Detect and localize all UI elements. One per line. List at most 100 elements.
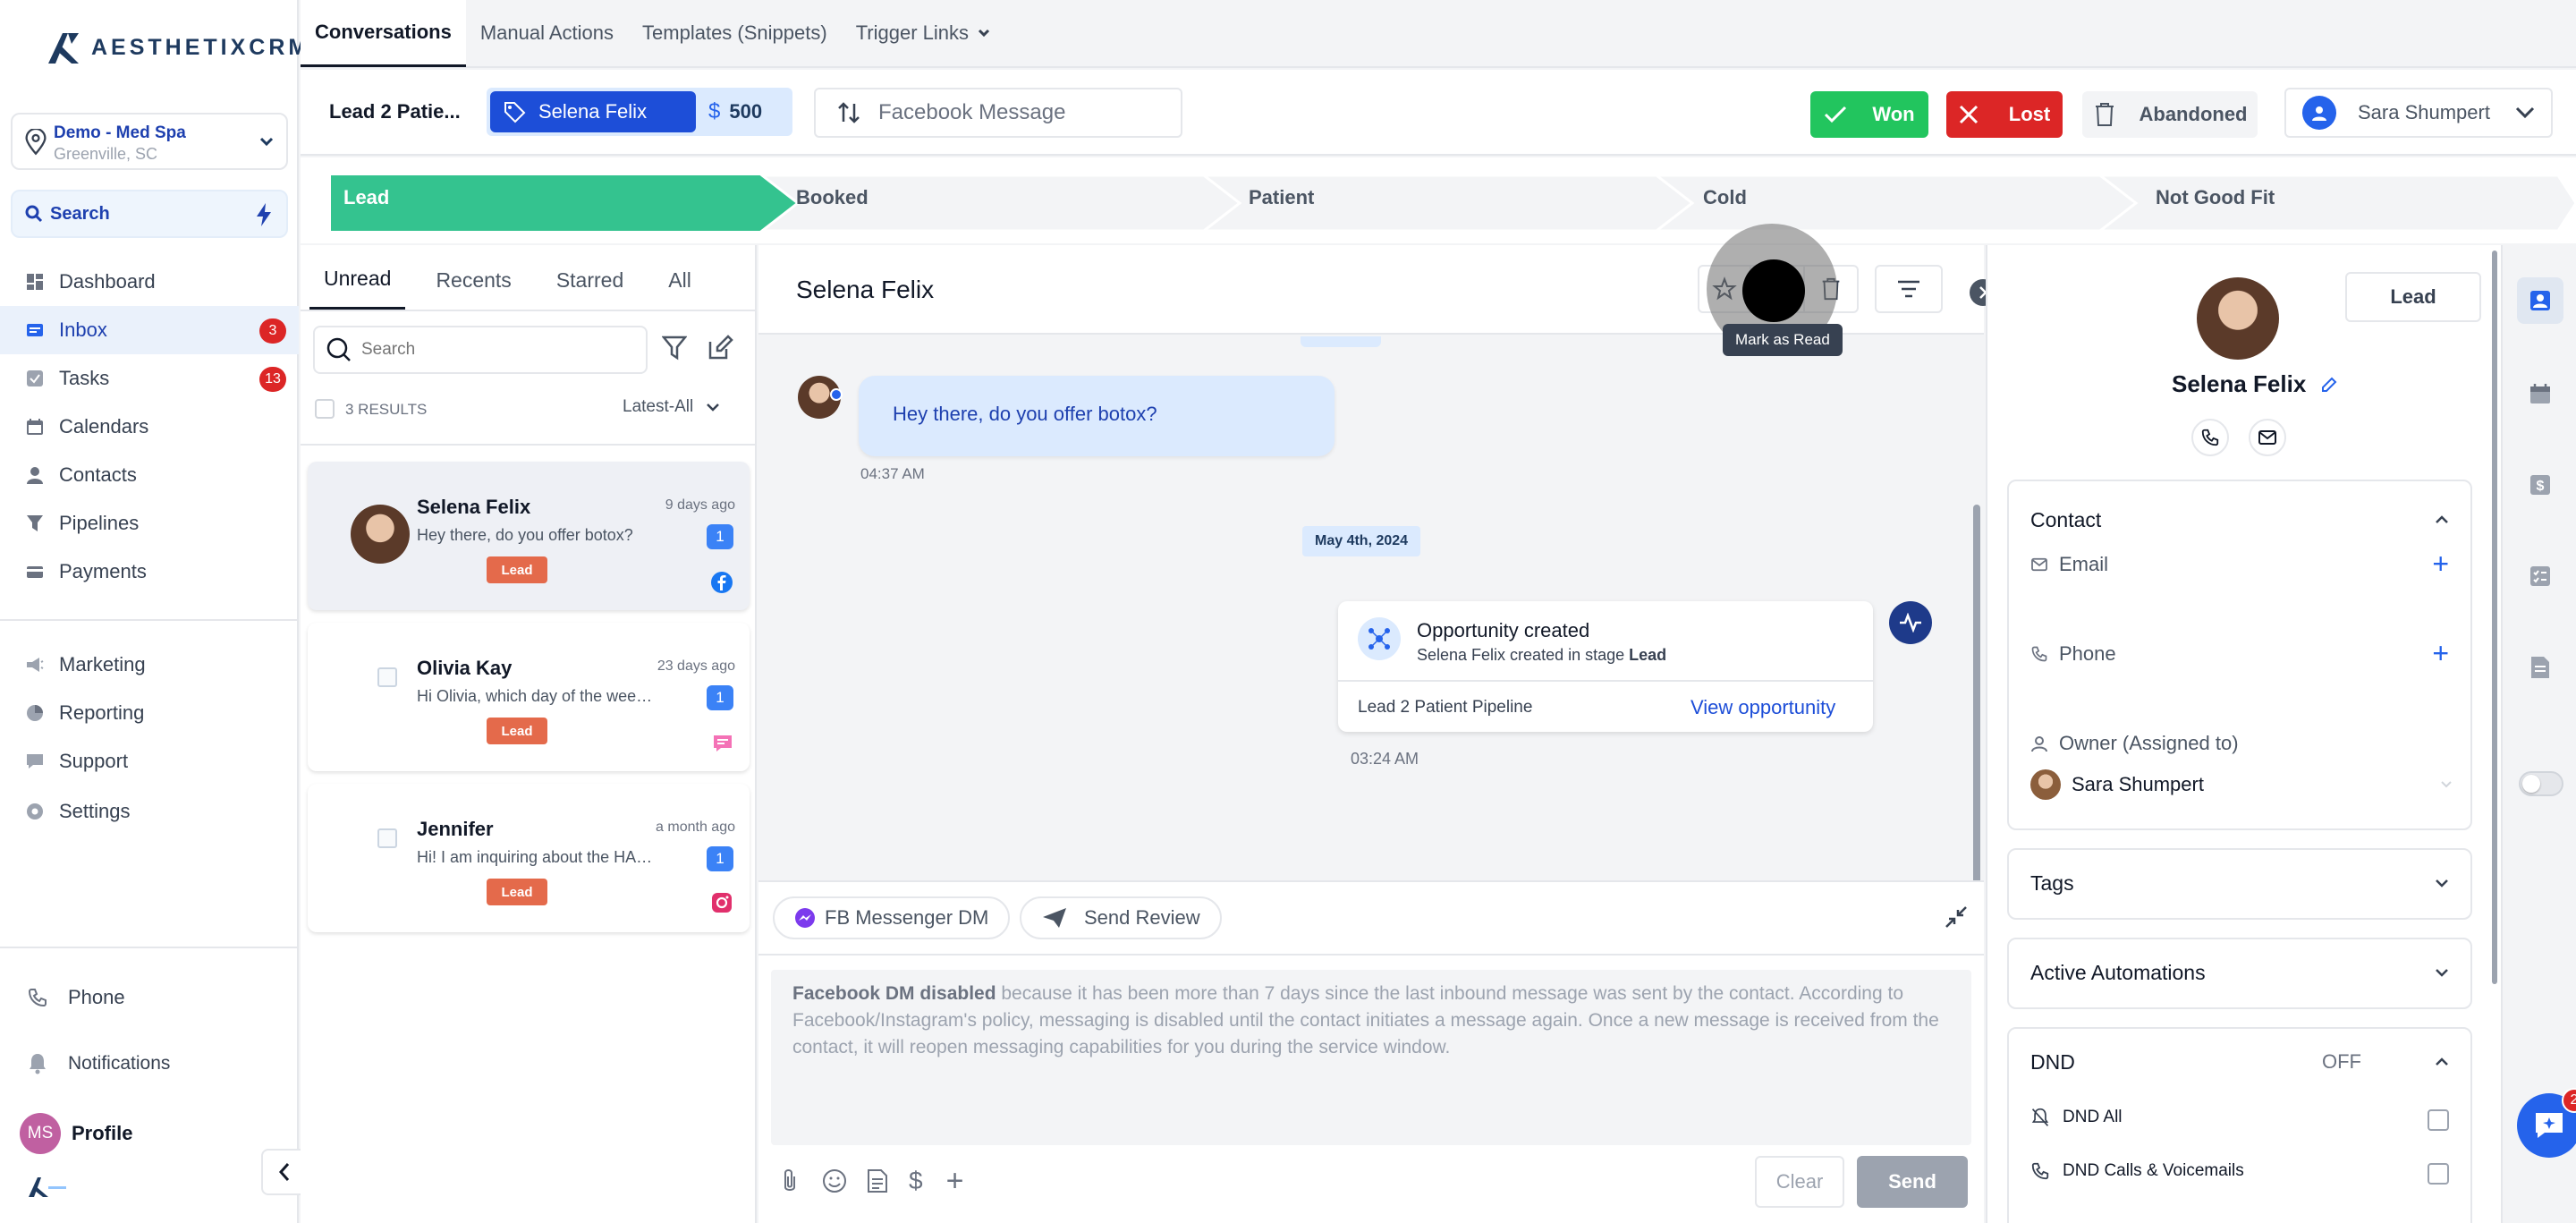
opportunity-value[interactable]: 500 xyxy=(729,100,762,123)
notes-icon xyxy=(2531,657,2549,678)
chevron-up-icon[interactable] xyxy=(2435,515,2449,524)
conversation-card[interactable]: Jennifer Hi! I am inquiring about the HA… xyxy=(308,784,750,932)
filter-icon[interactable] xyxy=(662,335,687,361)
sidebar-item-tasks[interactable]: Tasks 13 xyxy=(0,354,299,403)
tab-conversations[interactable]: Conversations xyxy=(301,0,466,67)
facebook-icon xyxy=(711,572,733,593)
activity-icon xyxy=(1889,601,1932,644)
rail-calendar-button[interactable] xyxy=(2517,370,2563,417)
compose-icon[interactable] xyxy=(707,335,733,361)
lightning-icon[interactable] xyxy=(254,202,274,227)
add-phone-button[interactable]: + xyxy=(2432,637,2449,670)
lost-button[interactable]: Lost xyxy=(1946,91,2063,138)
chat-widget-button[interactable]: 2 xyxy=(2517,1088,2576,1158)
sidebar-item-marketing[interactable]: Marketing xyxy=(0,641,299,689)
conversation-card[interactable]: Selena Felix Hey there, do you offer bot… xyxy=(308,462,750,610)
sidebar-item-payments[interactable]: Payments xyxy=(0,548,299,596)
brand-logo[interactable]: AESTHETIXCRM xyxy=(45,27,310,68)
clear-button[interactable]: Clear xyxy=(1755,1156,1844,1208)
select-all-checkbox[interactable] xyxy=(315,399,335,419)
channel-select[interactable]: FB Messenger DM xyxy=(773,896,1011,939)
calendar-icon xyxy=(27,419,43,435)
dnd-all-label: DND All xyxy=(2063,1108,2123,1126)
edit-icon[interactable] xyxy=(2320,376,2338,394)
list-search-input[interactable] xyxy=(361,340,630,360)
template-icon[interactable] xyxy=(866,1168,889,1194)
abandoned-label: Abandoned xyxy=(2139,103,2248,125)
opportunity-name[interactable]: Lead 2 Patie... xyxy=(329,100,461,123)
sidebar-search[interactable]: Search xyxy=(11,190,288,238)
message-time: a month ago xyxy=(656,820,735,835)
stage-not-good-fit[interactable]: Not Good Fit xyxy=(2156,186,2275,209)
cursor-dot xyxy=(1742,259,1805,322)
add-email-button[interactable]: + xyxy=(2432,548,2449,581)
call-button[interactable] xyxy=(2191,419,2229,456)
send-review-button[interactable]: Send Review xyxy=(1020,896,1222,939)
stage-lead[interactable]: Lead xyxy=(343,186,389,209)
tab-trigger-links[interactable]: Trigger Links xyxy=(842,0,1004,67)
conversation-list: Unread Recents Starred All 3 RESULTS Lat… xyxy=(301,245,757,1223)
rail-notes-button[interactable] xyxy=(2517,644,2563,691)
list-search[interactable] xyxy=(313,326,648,374)
sidebar-phone[interactable]: Phone xyxy=(27,986,125,1009)
dollar-doc-icon: $ xyxy=(2530,475,2550,495)
tab-templates[interactable]: Templates (Snippets) xyxy=(628,0,842,67)
event-time: 03:24 AM xyxy=(1351,750,1419,768)
stage-tag: Lead xyxy=(487,879,547,905)
opportunity-contact[interactable]: Selena Felix xyxy=(490,91,696,132)
send-button[interactable]: Send xyxy=(1857,1156,1968,1208)
stage-cold[interactable]: Cold xyxy=(1703,186,1747,209)
dnd-calls-checkbox[interactable] xyxy=(2428,1163,2449,1185)
tab-manual-actions[interactable]: Manual Actions xyxy=(466,0,628,67)
pipeline-stages: Lead Booked Patient Cold Not Good Fit xyxy=(301,157,2576,243)
sidebar-item-contacts[interactable]: Contacts xyxy=(0,451,299,499)
payment-icon[interactable]: $ xyxy=(909,1167,923,1195)
owner-select[interactable]: Sara Shumpert xyxy=(2030,769,2453,800)
rail-toggle[interactable] xyxy=(2519,771,2563,796)
stage-booked[interactable]: Booked xyxy=(796,186,869,209)
sidebar-item-inbox[interactable]: Inbox 3 xyxy=(0,306,299,354)
sidebar-item-reporting[interactable]: Reporting xyxy=(0,689,299,737)
opportunity-source[interactable]: Facebook Message xyxy=(814,88,1182,138)
sidebar-item-support[interactable]: Support xyxy=(0,737,299,786)
send-review-label: Send Review xyxy=(1084,906,1200,929)
sidebar-profile[interactable]: MS Profile xyxy=(20,1113,132,1154)
owner-select[interactable]: Sara Shumpert xyxy=(2284,88,2553,138)
view-opportunity-link[interactable]: View opportunity xyxy=(1690,696,1835,719)
won-button[interactable]: Won xyxy=(1810,91,1928,138)
contact-stage-button[interactable]: Lead xyxy=(2345,272,2481,322)
contacts-icon xyxy=(27,467,43,484)
dnd-all-checkbox[interactable] xyxy=(2428,1109,2449,1131)
tab-recents[interactable]: Recents xyxy=(421,251,525,310)
filter-messages-button[interactable] xyxy=(1875,265,1943,313)
tab-unread[interactable]: Unread xyxy=(309,251,406,310)
abandoned-button[interactable]: Abandoned xyxy=(2082,91,2258,138)
automations-section[interactable]: Active Automations xyxy=(2007,938,2472,1009)
location-switcher[interactable]: Demo - Med Spa Greenville, SC xyxy=(11,113,288,170)
attachment-icon[interactable] xyxy=(778,1168,801,1194)
rail-contact-button[interactable] xyxy=(2517,277,2563,324)
owner-label: Owner (Assigned to) xyxy=(2059,732,2239,754)
rail-tasks-button[interactable] xyxy=(2517,553,2563,599)
sort-select[interactable]: Latest-All xyxy=(623,397,720,417)
emoji-icon[interactable] xyxy=(821,1168,848,1194)
tab-starred[interactable]: Starred xyxy=(542,251,638,310)
plus-icon[interactable]: + xyxy=(946,1166,964,1196)
sidebar-item-calendars[interactable]: Calendars xyxy=(0,403,299,451)
chevron-up-icon[interactable] xyxy=(2435,1057,2449,1066)
sidebar-item-pipelines[interactable]: Pipelines xyxy=(0,499,299,548)
stage-patient[interactable]: Patient xyxy=(1249,186,1314,209)
sidebar-notifications[interactable]: Notifications xyxy=(27,1052,170,1075)
sidebar-item-settings[interactable]: Settings xyxy=(0,787,299,836)
inbox-icon xyxy=(27,324,43,336)
tab-all[interactable]: All xyxy=(654,251,706,310)
sidebar-item-dashboard[interactable]: Dashboard xyxy=(0,258,299,306)
email-button[interactable] xyxy=(2249,419,2286,456)
rail-payments-button[interactable]: $ xyxy=(2517,462,2563,508)
message-input[interactable]: Facebook DM disabled because it has been… xyxy=(771,970,1971,1145)
collapse-icon[interactable] xyxy=(1945,905,1968,929)
conversation-card[interactable]: Olivia Kay Hi Olivia, which day of the w… xyxy=(308,623,750,771)
tags-section[interactable]: Tags xyxy=(2007,848,2472,920)
panel-scrollbar[interactable] xyxy=(2492,251,2497,984)
owner-avatar xyxy=(2030,769,2061,800)
